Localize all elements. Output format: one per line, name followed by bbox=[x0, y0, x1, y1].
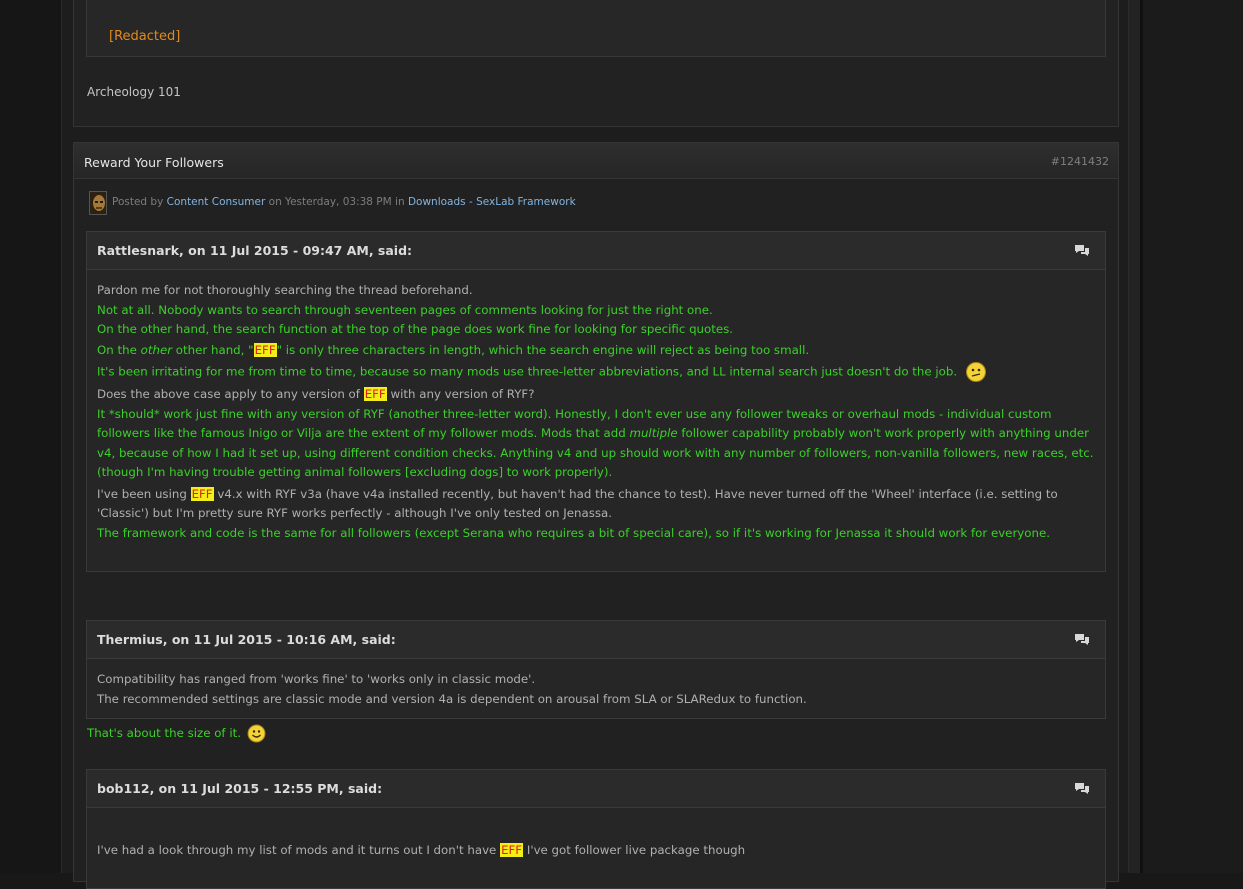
quote-line: Compatibility has ranged from 'works fin… bbox=[97, 672, 536, 686]
quote-header: Rattlesnark, on 11 Jul 2015 - 09:47 AM, … bbox=[87, 232, 1105, 270]
quote-block-bob112: bob112, on 11 Jul 2015 - 12:55 PM, said:… bbox=[86, 769, 1106, 889]
previous-post: [Redacted] Archeology 101 bbox=[73, 0, 1119, 127]
text-span: On the bbox=[97, 342, 141, 357]
quote-line: I've had a look through my list of mods … bbox=[97, 841, 1095, 861]
quote-block-thermius: Thermius, on 11 Jul 2015 - 10:16 AM, sai… bbox=[86, 620, 1106, 719]
reply-line: On the other other hand, "EFF" is only t… bbox=[97, 341, 1095, 361]
text-span: with any version of RYF? bbox=[386, 387, 535, 401]
quote-header: Thermius, on 11 Jul 2015 - 10:16 AM, sai… bbox=[87, 621, 1105, 659]
quote-paragraph: I've been using EFF v4.x with RYF v3a (h… bbox=[97, 485, 1095, 524]
quote-body: Compatibility has ranged from 'works fin… bbox=[97, 670, 1095, 709]
post: Reward Your Followers #1241432 Posted by… bbox=[73, 142, 1119, 889]
quote-line: Pardon me for not thoroughly searching t… bbox=[97, 283, 473, 297]
quote-body: Pardon me for not thoroughly searching t… bbox=[97, 281, 1095, 543]
text-span: " is only three characters in length, wh… bbox=[276, 342, 810, 357]
text-span: I've had a look through my list of mods … bbox=[97, 843, 501, 857]
post-meta: Posted by Content Consumer on Yesterday,… bbox=[112, 196, 576, 208]
left-gutter bbox=[0, 0, 62, 873]
reply-line: That's about the size of it. bbox=[87, 724, 266, 743]
quote-citation: bob112, on 11 Jul 2015 - 12:55 PM, said: bbox=[97, 781, 383, 796]
reply-line: Not at all. Nobody wants to search throu… bbox=[97, 302, 713, 317]
quote-line: The recommended settings are classic mod… bbox=[97, 691, 807, 706]
right-gutter bbox=[1128, 0, 1243, 873]
content-column: [Redacted] Archeology 101 Reward Your Fo… bbox=[62, 0, 1128, 889]
quote-citation: Rattlesnark, on 11 Jul 2015 - 09:47 AM, … bbox=[97, 243, 413, 258]
quote-body: I've had a look through my list of mods … bbox=[97, 841, 1095, 861]
reply-line: On the other hand, the search function a… bbox=[97, 322, 734, 336]
text-span: Does the above case apply to any version… bbox=[97, 387, 364, 401]
author-link[interactable]: Content Consumer bbox=[167, 196, 266, 208]
posted-by-label: Posted by bbox=[112, 196, 164, 208]
quote-bubbles-icon[interactable] bbox=[1074, 244, 1090, 258]
quote-bubbles-icon[interactable] bbox=[1074, 633, 1090, 647]
text-span: It's been irritating for me from time to… bbox=[97, 364, 958, 379]
post-id-link[interactable]: #1241432 bbox=[1051, 155, 1109, 168]
post-date: on Yesterday, 03:38 PM in bbox=[268, 196, 405, 208]
emphasis-text: other bbox=[140, 342, 173, 357]
confused-smiley-icon bbox=[965, 362, 986, 382]
reply-line: It's been irritating for me from time to… bbox=[97, 361, 1095, 383]
search-highlight: EFF bbox=[190, 486, 214, 501]
category-link[interactable]: Downloads - SexLab Framework bbox=[408, 196, 576, 208]
previous-quote: [Redacted] bbox=[86, 0, 1106, 57]
text-span: I've been using bbox=[97, 486, 191, 501]
text-span: I've got follower live package though bbox=[523, 843, 746, 857]
search-highlight: EFF bbox=[500, 843, 524, 857]
text-span: v4.x with RYF v3a (have v4a installed re… bbox=[97, 486, 1058, 521]
emphasis-text: multiple bbox=[629, 426, 678, 440]
reply-line: The framework and code is the same for a… bbox=[97, 525, 1050, 540]
text-span: That's about the size of it. bbox=[87, 726, 241, 740]
smile-smiley-icon bbox=[247, 724, 266, 743]
post-title[interactable]: Reward Your Followers bbox=[84, 155, 224, 170]
post-signature: Archeology 101 bbox=[87, 85, 181, 99]
search-highlight: EFF bbox=[363, 387, 387, 401]
redacted-link[interactable]: [Redacted] bbox=[109, 29, 180, 44]
reply-paragraph: It *should* work just fine with any vers… bbox=[97, 405, 1095, 483]
quote-bubbles-icon[interactable] bbox=[1074, 782, 1090, 796]
quote-citation: Thermius, on 11 Jul 2015 - 10:16 AM, sai… bbox=[97, 632, 396, 647]
quote-line: Does the above case apply to any version… bbox=[97, 385, 1095, 405]
search-highlight: EFF bbox=[253, 342, 277, 357]
avatar[interactable] bbox=[89, 191, 107, 215]
post-header: Reward Your Followers #1241432 bbox=[74, 143, 1118, 179]
quote-block-rattlesnark: Rattlesnark, on 11 Jul 2015 - 09:47 AM, … bbox=[86, 231, 1106, 572]
quote-header: bob112, on 11 Jul 2015 - 12:55 PM, said: bbox=[87, 770, 1105, 808]
text-span: other hand, " bbox=[172, 342, 254, 357]
